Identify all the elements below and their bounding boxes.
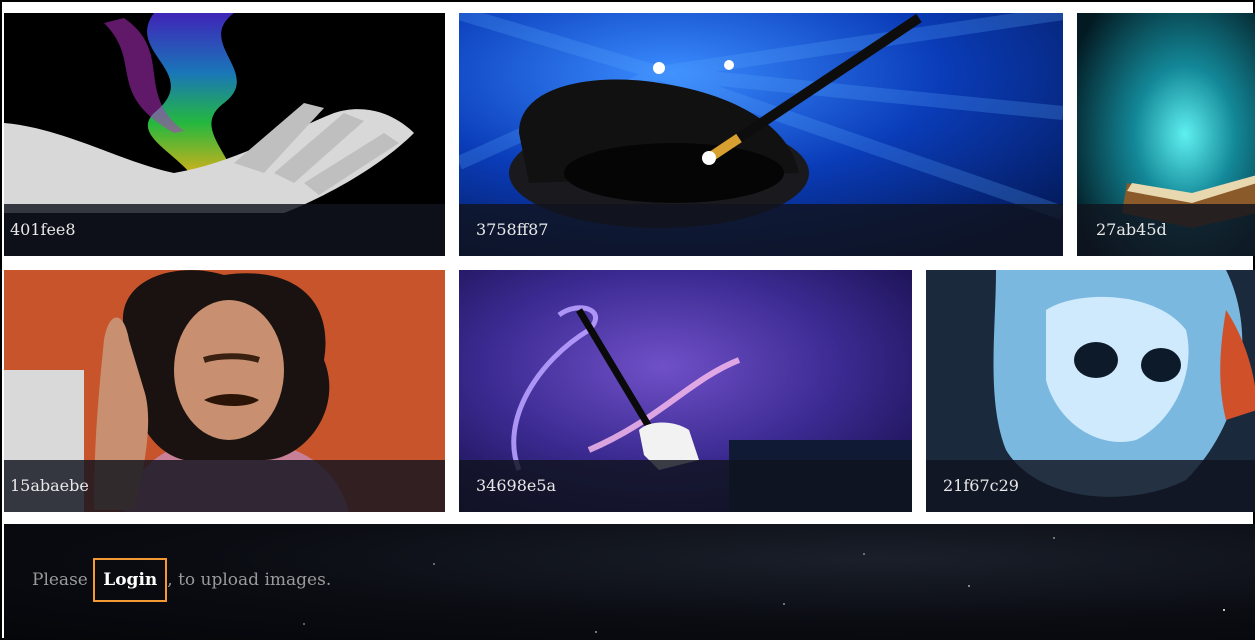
upload-prompt: Please Login, to upload images. <box>32 558 332 602</box>
tile-caption: 34698e5a <box>459 460 912 512</box>
image-gallery: 401fee8 3758ff87 27ab45d 15abaebe 34698e… <box>2 2 1255 522</box>
tile-caption: 401fee8 <box>4 204 445 256</box>
tile-caption: 3758ff87 <box>459 204 1063 256</box>
footer: Please Login, to upload images. <box>4 524 1255 640</box>
gallery-tile[interactable]: 34698e5a <box>459 270 912 512</box>
tile-id-label: 27ab45d <box>1096 220 1167 239</box>
upload-prompt-prefix: Please <box>32 570 94 590</box>
gallery-tile[interactable]: 401fee8 <box>4 13 445 256</box>
gallery-tile[interactable]: 3758ff87 <box>459 13 1063 256</box>
tile-caption: 27ab45d <box>1077 204 1255 256</box>
tile-id-label: 34698e5a <box>476 476 557 495</box>
tile-id-label: 401fee8 <box>10 220 76 239</box>
page-frame: 401fee8 3758ff87 27ab45d 15abaebe 34698e… <box>0 0 1255 640</box>
tile-id-label: 21f67c29 <box>943 476 1019 495</box>
gallery-tile[interactable]: 15abaebe <box>4 270 445 512</box>
tile-id-label: 15abaebe <box>10 476 89 495</box>
login-link[interactable]: Login <box>93 558 168 602</box>
tile-id-label: 3758ff87 <box>476 220 549 239</box>
gallery-tile[interactable]: 27ab45d <box>1077 13 1255 256</box>
upload-prompt-suffix: , to upload images. <box>167 570 332 590</box>
tile-caption: 21f67c29 <box>926 460 1255 512</box>
gallery-tile[interactable]: 21f67c29 <box>926 270 1255 512</box>
tile-caption: 15abaebe <box>4 460 445 512</box>
